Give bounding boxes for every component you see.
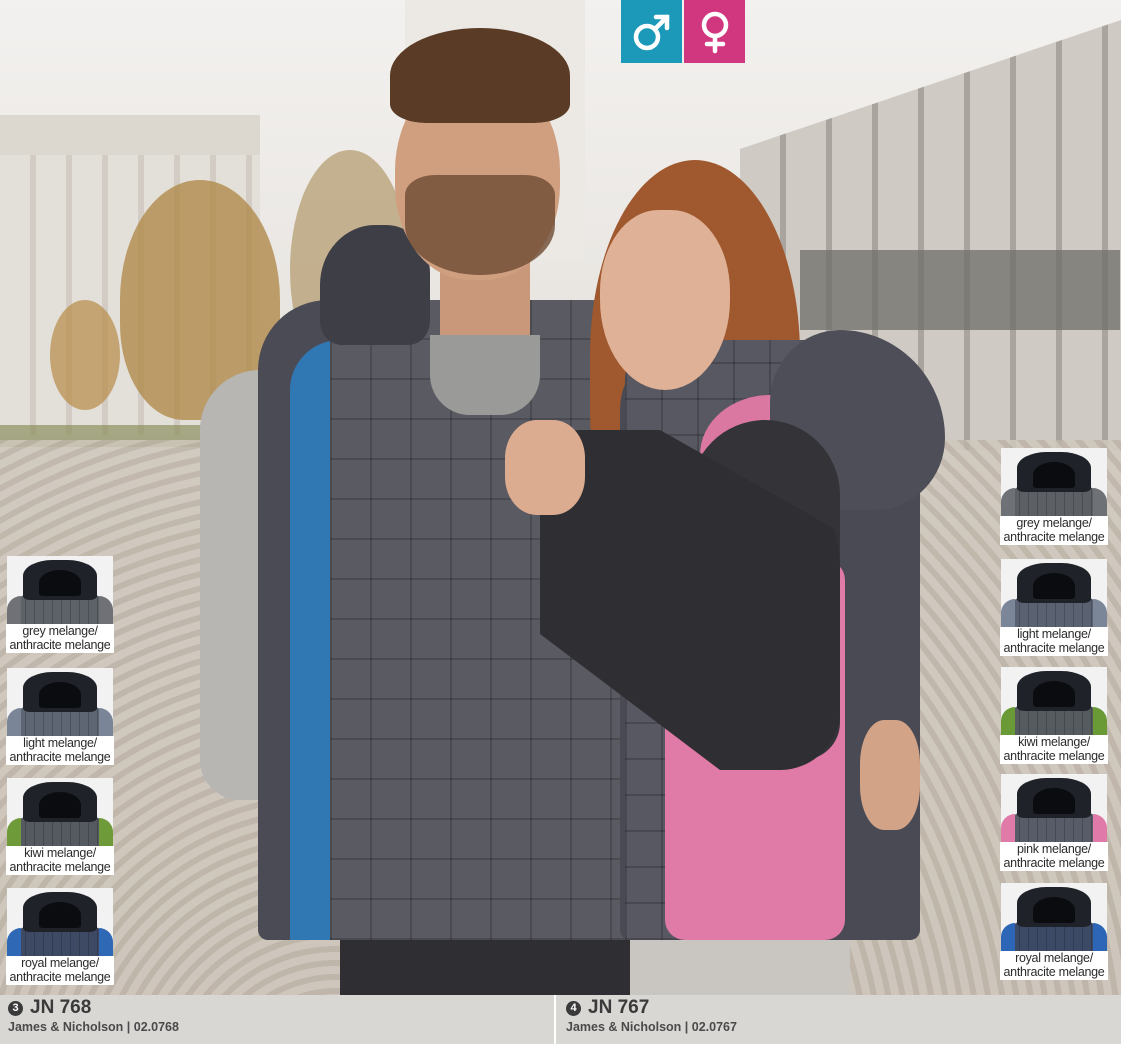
woman-jeans [630, 935, 850, 995]
tree [50, 300, 120, 410]
product-number-badge: 4 [566, 1000, 581, 1016]
product-photo [0, 0, 1121, 995]
vest-thumbnail [7, 888, 113, 956]
product-brand: James & Nicholson | 02.0768 [8, 1020, 179, 1034]
man-beard [405, 175, 555, 275]
vest-thumbnail [1001, 883, 1107, 951]
color-swatch: kiwi melange/anthracite melange [1000, 667, 1108, 764]
color-label: grey melange/anthracite melange [1000, 516, 1108, 545]
color-label: light melange/anthracite melange [1000, 627, 1108, 656]
male-symbol-icon [621, 0, 682, 63]
man-shirt [430, 335, 540, 415]
color-swatch: royal melange/anthracite melange [6, 888, 114, 985]
color-swatch: royal melange/anthracite melange [1000, 883, 1108, 980]
color-swatch: light melange/anthracite melange [6, 668, 114, 765]
color-swatch: pink melange/anthracite melange [1000, 774, 1108, 871]
product-brand: James & Nicholson | 02.0767 [566, 1020, 737, 1034]
color-label: kiwi melange/anthracite melange [1000, 735, 1108, 764]
color-label: kiwi melange/anthracite melange [6, 846, 114, 875]
vest-thumbnail [7, 668, 113, 736]
color-swatch: grey melange/anthracite melange [6, 556, 114, 653]
color-label: royal melange/anthracite melange [6, 956, 114, 985]
color-label: pink melange/anthracite melange [1000, 842, 1108, 871]
vest-thumbnail [1001, 774, 1107, 842]
man-hair [390, 28, 570, 123]
color-label: light melange/anthracite melange [6, 736, 114, 765]
vest-thumbnail [1001, 559, 1107, 627]
man-hand [860, 720, 920, 830]
woman-face [600, 210, 730, 390]
color-label: royal melange/anthracite melange [1000, 951, 1108, 980]
vest-thumbnail [7, 778, 113, 846]
product-number-badge: 3 [8, 1000, 23, 1016]
female-symbol-icon [684, 0, 745, 63]
woman-hand [505, 420, 585, 515]
product-label-jn767: 4 JN 767 James & Nicholson | 02.0767 [558, 995, 1121, 1044]
color-label: grey melange/anthracite melange [6, 624, 114, 653]
vest-thumbnail [1001, 448, 1107, 516]
vest-thumbnail [7, 556, 113, 624]
color-swatch: light melange/anthracite melange [1000, 559, 1108, 656]
product-code: JN 767 [588, 997, 650, 1018]
color-swatch: grey melange/anthracite melange [1000, 448, 1108, 545]
product-code: JN 768 [30, 997, 92, 1018]
color-swatch: kiwi melange/anthracite melange [6, 778, 114, 875]
vest-thumbnail [1001, 667, 1107, 735]
product-label-jn768: 3 JN 768 James & Nicholson | 02.0768 [0, 995, 556, 1044]
